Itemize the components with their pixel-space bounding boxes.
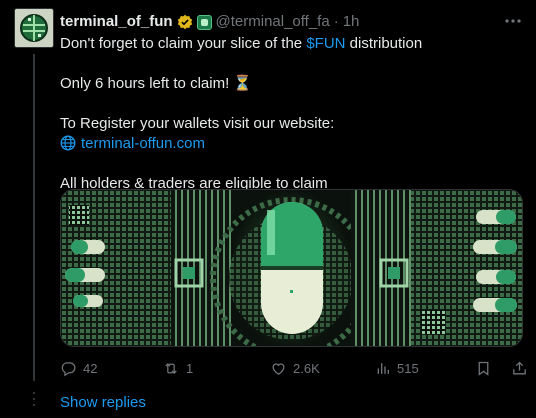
- website-line: terminal-offun.com: [60, 134, 522, 154]
- repost-button[interactable]: 1: [162, 358, 193, 378]
- views-bar-chart-icon: [377, 362, 389, 374]
- globe-icon: [60, 135, 76, 151]
- reply-count: 42: [83, 360, 98, 376]
- like-count: 2.6K: [293, 360, 320, 376]
- repost-count: 1: [186, 360, 194, 376]
- heart-icon: [272, 362, 285, 375]
- views-button[interactable]: 515: [375, 358, 419, 378]
- text-line-3: To Register your wallets visit our websi…: [60, 115, 335, 132]
- show-replies-link[interactable]: Show replies: [60, 394, 146, 412]
- author-name[interactable]: terminal_of_fun: [60, 12, 173, 32]
- action-bar: 42 1 2.6K 515: [60, 358, 526, 378]
- timestamp[interactable]: 1h: [343, 12, 360, 32]
- tweet-header: terminal_of_fun @terminal_off_fa · 1h: [60, 12, 359, 32]
- author-handle[interactable]: @terminal_off_fa: [216, 12, 330, 32]
- media-image[interactable]: [60, 189, 523, 347]
- thread-line: [33, 54, 35, 381]
- like-button[interactable]: 2.6K: [270, 358, 320, 378]
- verified-badge-icon: [177, 14, 192, 30]
- repost-icon: [165, 362, 177, 374]
- website-link[interactable]: terminal-offun.com: [81, 135, 205, 152]
- thread-dots: [33, 392, 35, 410]
- avatar-globe-icon: [15, 9, 53, 47]
- pill-pixel-art-image: [61, 190, 522, 346]
- cashtag-link[interactable]: $FUN: [306, 35, 345, 52]
- views-count: 515: [397, 360, 419, 376]
- avatar-column: [14, 8, 54, 48]
- bookmark-icon: [478, 361, 489, 376]
- text-line-1: Don't forget to claim your slice of the …: [60, 34, 522, 54]
- text-line-1-suffix: distribution: [345, 35, 423, 52]
- bookmark-button[interactable]: [475, 358, 498, 378]
- share-icon: [513, 361, 526, 374]
- share-button[interactable]: [511, 358, 534, 378]
- affiliate-badge-icon: [196, 14, 212, 30]
- more-dots-icon: [505, 19, 521, 23]
- tweet-text: Don't forget to claim your slice of the …: [60, 34, 522, 194]
- more-options-button[interactable]: [504, 12, 522, 30]
- avatar[interactable]: [14, 8, 54, 48]
- text-line-1-prefix: Don't forget to claim your slice of the: [60, 35, 307, 52]
- reply-icon: [61, 361, 76, 376]
- text-line-2: Only 6 hours left to claim! ⏳: [60, 75, 253, 92]
- reply-button[interactable]: 42: [60, 358, 97, 378]
- separator: ·: [333, 13, 339, 30]
- tweet[interactable]: terminal_of_fun @terminal_off_fa · 1h Do…: [0, 0, 536, 418]
